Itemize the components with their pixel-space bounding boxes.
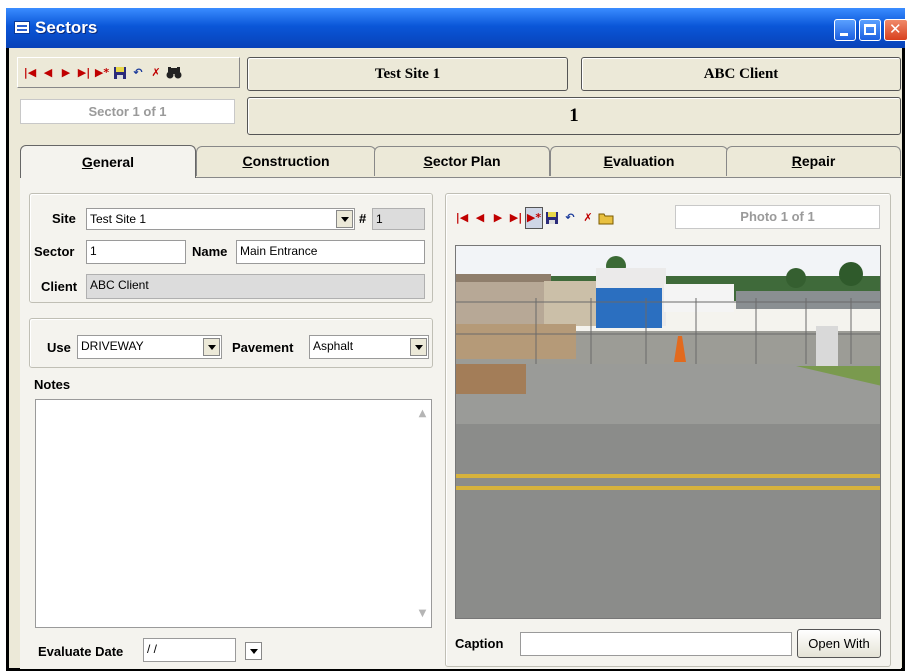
evaluate-date-label: Evaluate Date	[38, 644, 124, 659]
client-field: ABC Client	[86, 274, 425, 299]
client-name-display: ABC Client	[581, 57, 901, 91]
sector-field[interactable]: 1	[86, 240, 186, 264]
tab-construction[interactable]: Construction	[196, 146, 376, 176]
name-field[interactable]: Main Entrance	[236, 240, 425, 264]
site-name-display: Test Site 1	[247, 57, 568, 91]
tab-repair[interactable]: Repair	[726, 146, 901, 176]
next-record-icon[interactable]: ▶	[57, 63, 75, 83]
evaluate-date-field[interactable]: / /	[143, 638, 236, 662]
photo-last-icon[interactable]: ▶|	[507, 207, 525, 229]
site-dropdown-arrow[interactable]	[336, 210, 353, 228]
minimize-button[interactable]	[834, 19, 856, 41]
photo-first-icon[interactable]: |◀	[453, 207, 471, 229]
sector-label: Sector	[34, 244, 75, 259]
photo-new-icon[interactable]: ▶*	[525, 206, 543, 229]
name-label: Name	[192, 244, 228, 259]
scroll-down-icon[interactable]: ▼	[415, 606, 430, 621]
save-record-icon[interactable]	[111, 63, 129, 83]
number-label: #	[359, 211, 367, 226]
tab-strip: General Construction Sector Plan Evaluat…	[20, 145, 901, 178]
maximize-button[interactable]	[859, 19, 881, 41]
open-with-button[interactable]: Open With	[797, 629, 881, 658]
undo-icon[interactable]: ↶	[129, 63, 147, 83]
sector-photo	[455, 245, 881, 619]
close-button[interactable]	[884, 19, 908, 41]
photo-save-icon[interactable]	[543, 207, 561, 229]
form-icon	[14, 21, 30, 34]
delete-record-icon[interactable]: ✗	[147, 63, 165, 83]
site-select[interactable]: Test Site 1	[86, 208, 355, 230]
notes-label: Notes	[34, 377, 71, 392]
photo-delete-icon[interactable]: ✗	[579, 207, 597, 229]
photo-next-icon[interactable]: ▶	[489, 207, 507, 229]
find-icon[interactable]	[165, 63, 183, 83]
tab-general[interactable]: General	[20, 145, 196, 178]
prev-record-icon[interactable]: ◀	[39, 63, 57, 83]
caption-label: Caption	[455, 636, 504, 651]
tab-sector-plan[interactable]: Sector Plan	[374, 146, 550, 176]
photo-record-counter: Photo 1 of 1	[675, 205, 880, 229]
first-record-icon[interactable]: |◀	[21, 63, 39, 83]
pavement-label: Pavement	[232, 340, 294, 355]
photo-undo-icon[interactable]: ↶	[561, 207, 579, 229]
tab-evaluation[interactable]: Evaluation	[550, 146, 728, 176]
sector-record-counter: Sector 1 of 1	[20, 99, 235, 124]
sector-number-display: 1	[247, 97, 901, 135]
use-label: Use	[47, 340, 71, 355]
scroll-up-icon[interactable]: ▲	[415, 406, 430, 421]
client-label: Client	[41, 279, 78, 294]
site-label: Site	[52, 211, 76, 226]
open-folder-icon[interactable]	[597, 207, 615, 229]
notes-textarea[interactable]: ▲ ▼	[35, 399, 432, 628]
photo-navigation-bar: |◀ ◀ ▶ ▶| ▶* ↶ ✗	[453, 204, 671, 231]
last-record-icon[interactable]: ▶|	[75, 63, 93, 83]
record-navigation-bar: |◀ ◀ ▶ ▶| ▶* ↶ ✗	[17, 57, 240, 88]
window-title: Sectors	[35, 18, 98, 37]
title-bar[interactable]: Sectors	[6, 8, 908, 48]
use-dropdown-arrow[interactable]	[203, 338, 220, 356]
use-select[interactable]: DRIVEWAY	[77, 335, 222, 359]
caption-field[interactable]	[520, 632, 792, 656]
evaluate-date-dropdown-arrow[interactable]	[245, 642, 262, 660]
new-record-icon[interactable]: ▶*	[93, 63, 111, 83]
photo-prev-icon[interactable]: ◀	[471, 207, 489, 229]
pavement-dropdown-arrow[interactable]	[410, 338, 427, 356]
site-number-field: 1	[372, 208, 425, 230]
